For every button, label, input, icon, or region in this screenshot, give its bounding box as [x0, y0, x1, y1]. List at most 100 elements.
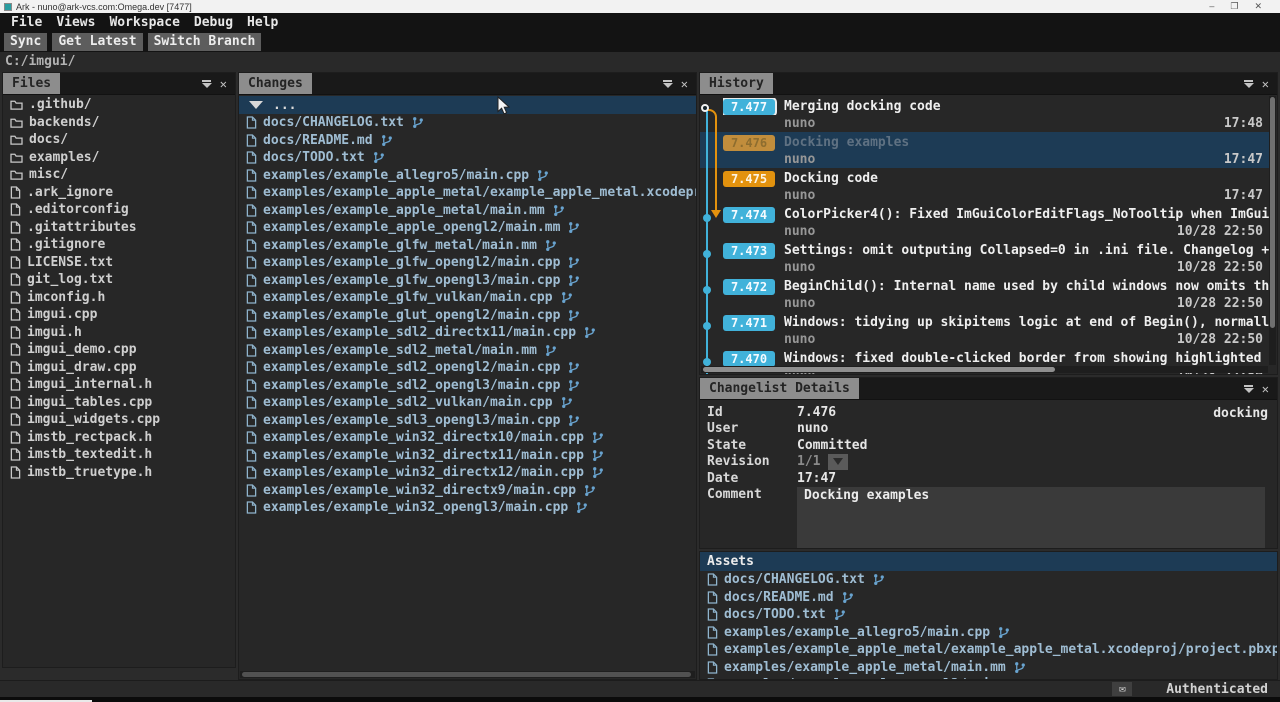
menu-file[interactable]: File: [4, 15, 49, 30]
file-tree-item[interactable]: .gitignore: [3, 236, 235, 254]
changed-file-item[interactable]: examples/example_allegro5/main.cpp: [700, 624, 1277, 642]
chevron-down-icon[interactable]: [828, 454, 848, 470]
filter-icon[interactable]: [663, 80, 673, 88]
file-tree-item[interactable]: imgui_internal.h: [3, 376, 235, 394]
changes-root-row[interactable]: ...: [239, 96, 696, 114]
item-label: examples/: [29, 150, 99, 165]
scrollbar-thumb[interactable]: [242, 672, 691, 677]
changed-file-item[interactable]: examples/example_sdl2_opengl2/main.cpp: [239, 359, 696, 377]
commit-row[interactable]: 7.476 Docking examples nuno 17:47: [700, 132, 1269, 168]
commit-row[interactable]: 7.473 Settings: omit outputing Collapsed…: [700, 240, 1269, 276]
changed-file-item[interactable]: docs/CHANGELOG.txt: [700, 571, 1277, 589]
file-tree-item[interactable]: imgui_draw.cpp: [3, 359, 235, 377]
comment-field[interactable]: Docking examples: [797, 487, 1265, 550]
changed-file-item[interactable]: examples/example_apple_metal/example_app…: [700, 641, 1277, 659]
close-panel-icon[interactable]: ✕: [220, 78, 227, 90]
filter-icon[interactable]: [1244, 80, 1254, 88]
filter-icon[interactable]: [1244, 385, 1254, 393]
envelope-icon[interactable]: ✉: [1112, 682, 1132, 696]
file-tree-item[interactable]: imgui.h: [3, 324, 235, 342]
sync-button[interactable]: Sync: [4, 33, 47, 51]
switch-branch-button[interactable]: Switch Branch: [148, 33, 262, 51]
changed-file-item[interactable]: examples/example_glfw_opengl3/main.cpp: [239, 272, 696, 290]
close-button[interactable]: ✕: [1254, 1, 1262, 12]
changed-file-item[interactable]: docs/README.md: [239, 132, 696, 150]
file-tree-item[interactable]: .ark_ignore: [3, 184, 235, 202]
history-hscrollbar: [701, 366, 1268, 373]
changed-file-item[interactable]: examples/example_win32_directx11/main.cp…: [239, 447, 696, 465]
menu-debug[interactable]: Debug: [187, 15, 240, 30]
tab-changelist-details[interactable]: Changelist Details: [700, 378, 859, 399]
file-tree-item[interactable]: imstb_rectpack.h: [3, 429, 235, 447]
close-panel-icon[interactable]: ✕: [681, 78, 688, 90]
changed-file-item[interactable]: examples/example_apple_metal/main.mm: [239, 202, 696, 220]
close-panel-icon[interactable]: ✕: [1262, 78, 1269, 90]
statusbar: ✉ Authenticated: [0, 680, 1280, 697]
changed-file-item[interactable]: examples/example_glfw_vulkan/main.cpp: [239, 289, 696, 307]
menu-views[interactable]: Views: [49, 15, 102, 30]
changed-file-item[interactable]: examples/example_win32_directx9/main.cpp: [239, 482, 696, 500]
file-tree-item[interactable]: LICENSE.txt: [3, 254, 235, 272]
file-tree-item[interactable]: imgui_demo.cpp: [3, 341, 235, 359]
changed-file-item[interactable]: docs/README.md: [700, 589, 1277, 607]
minimize-button[interactable]: –: [1209, 1, 1214, 12]
commit-row[interactable]: 7.477 Merging docking code nuno 17:48: [700, 96, 1269, 132]
maximize-button[interactable]: ❐: [1230, 1, 1238, 12]
changed-file-item[interactable]: docs/TODO.txt: [239, 149, 696, 167]
file-tree-item[interactable]: docs/: [3, 131, 235, 149]
changed-file-item[interactable]: examples/example_glfw_metal/main.mm: [239, 237, 696, 255]
file-tree-item[interactable]: imgui.cpp: [3, 306, 235, 324]
file-tree-item[interactable]: misc/: [3, 166, 235, 184]
changed-file-item[interactable]: examples/example_sdl3_opengl3/main.cpp: [239, 412, 696, 430]
changed-file-item[interactable]: examples/example_win32_opengl3/main.cpp: [239, 499, 696, 517]
tab-files[interactable]: Files: [3, 73, 60, 94]
file-icon: [10, 466, 21, 479]
changed-file-item[interactable]: examples/example_allegro5/main.cpp: [239, 167, 696, 185]
commit-row[interactable]: 7.471 Windows: tidying up skipitems logi…: [700, 312, 1269, 348]
close-panel-icon[interactable]: ✕: [1262, 383, 1269, 395]
file-tree-item[interactable]: imgui_widgets.cpp: [3, 411, 235, 429]
state-value: Committed: [797, 438, 867, 453]
file-tree-item[interactable]: git_log.txt: [3, 271, 235, 289]
file-tree-item[interactable]: .editorconfig: [3, 201, 235, 219]
changed-file-item[interactable]: examples/example_sdl2_metal/main.mm: [239, 342, 696, 360]
file-tree-item[interactable]: .gitattributes: [3, 219, 235, 237]
changed-file-item[interactable]: examples/example_apple_opengl2/main.mm: [239, 219, 696, 237]
file-tree-item[interactable]: imstb_textedit.h: [3, 446, 235, 464]
commit-row[interactable]: 7.474 ColorPicker4(): Fixed ImGuiColorEd…: [700, 204, 1269, 240]
tab-history[interactable]: History: [700, 73, 773, 94]
filter-icon[interactable]: [202, 80, 212, 88]
file-tree-item[interactable]: imstb_truetype.h: [3, 464, 235, 482]
commit-row[interactable]: 7.472 BeginChild(): Internal name used b…: [700, 276, 1269, 312]
revision-dropdown[interactable]: [828, 454, 848, 470]
scrollbar-thumb[interactable]: [703, 367, 1055, 372]
changed-file-item[interactable]: docs/CHANGELOG.txt: [239, 114, 696, 132]
changed-file-item[interactable]: examples/example_apple_metal/example_app…: [239, 184, 696, 202]
file-icon: [10, 378, 21, 391]
menu-help[interactable]: Help: [240, 15, 285, 30]
changed-file-item[interactable]: examples/example_sdl2_opengl3/main.cpp: [239, 377, 696, 395]
changed-file-item[interactable]: examples/example_win32_directx12/main.cp…: [239, 464, 696, 482]
revision-badge: 7.471: [723, 315, 775, 331]
file-tree-item[interactable]: examples/: [3, 149, 235, 167]
changed-file-item[interactable]: examples/example_apple_metal/main.mm: [700, 659, 1277, 677]
file-tree-item[interactable]: .github/: [3, 96, 235, 114]
scrollbar-thumb[interactable]: [1270, 97, 1275, 328]
file-tree-item[interactable]: imgui_tables.cpp: [3, 394, 235, 412]
changed-file-item[interactable]: examples/example_glut_opengl2/main.cpp: [239, 307, 696, 325]
get-latest-button[interactable]: Get Latest: [52, 33, 142, 51]
id-value: 7.476: [797, 405, 836, 420]
changed-file-item[interactable]: examples/example_glfw_opengl2/main.cpp: [239, 254, 696, 272]
changed-file-item[interactable]: examples/example_sdl2_vulkan/main.cpp: [239, 394, 696, 412]
file-tree-item[interactable]: backends/: [3, 114, 235, 132]
commit-row[interactable]: 7.475 Docking code nuno 17:47: [700, 168, 1269, 204]
file-tree-item[interactable]: imconfig.h: [3, 289, 235, 307]
menu-workspace[interactable]: Workspace: [102, 15, 186, 30]
tab-changes[interactable]: Changes: [239, 73, 312, 94]
changed-file-item[interactable]: docs/TODO.txt: [700, 606, 1277, 624]
item-label: examples/example_sdl3_opengl3/main.cpp: [263, 413, 560, 428]
changed-file-item[interactable]: examples/example_apple_opengl2/main.mm: [700, 676, 1277, 679]
changed-file-item[interactable]: examples/example_sdl2_directx11/main.cpp: [239, 324, 696, 342]
branch-icon: [576, 501, 588, 514]
changed-file-item[interactable]: examples/example_win32_directx10/main.cp…: [239, 429, 696, 447]
